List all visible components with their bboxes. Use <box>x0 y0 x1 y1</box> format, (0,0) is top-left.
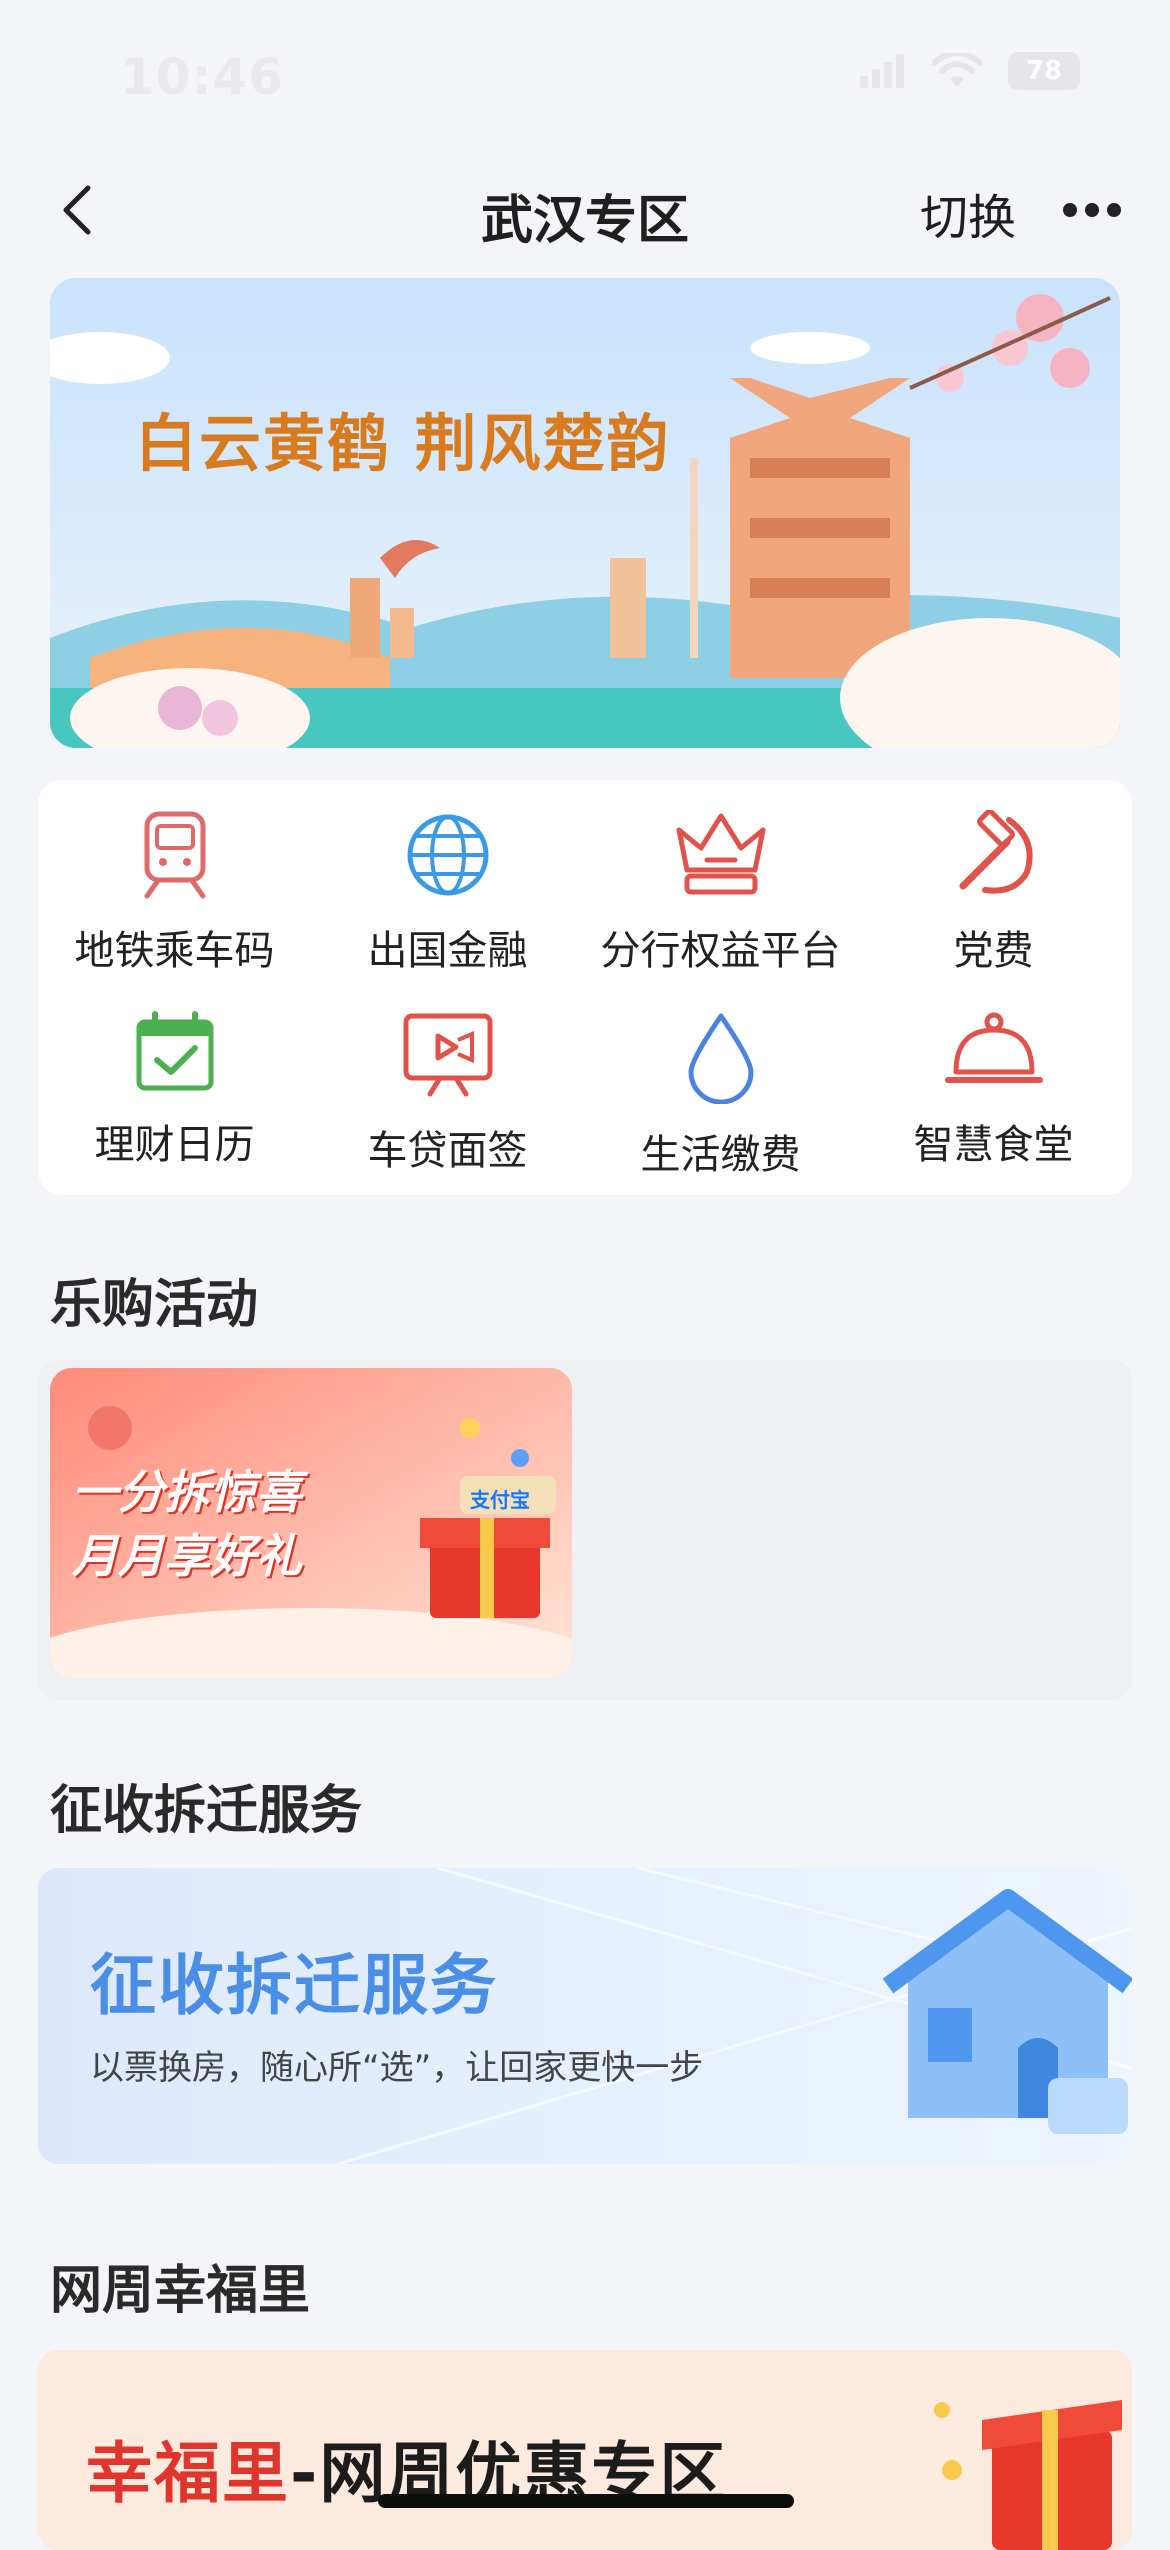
service-overseas-finance[interactable]: 出国金融 <box>311 780 584 980</box>
banner-illustration <box>50 278 1120 748</box>
service-metro-code[interactable]: 地铁乘车码 <box>38 780 311 980</box>
status-bar: 10:46 78 <box>0 0 1170 150</box>
service-label: 生活缴费 <box>640 1132 801 1178</box>
wifi-icon <box>932 53 982 87</box>
hero-banner[interactable]: 白云黄鹤 荆风楚韵 <box>50 278 1120 748</box>
hammer-sickle-icon <box>959 810 1033 894</box>
activity-headline-2: 月月享好礼 <box>72 1529 302 1583</box>
service-label: 分行权益平台 <box>600 928 841 974</box>
calendar-check-icon <box>136 1011 213 1091</box>
section-title-relocation: 征收拆迁服务 <box>50 1781 363 1841</box>
service-branch-rights[interactable]: 分行权益平台 <box>584 780 857 980</box>
service-car-loan-signing[interactable]: 车贷面签 <box>311 980 584 1180</box>
dish-cloche-icon <box>944 1012 1043 1083</box>
alipay-badge: 支付宝 <box>470 1488 530 1512</box>
switch-button[interactable]: 切换 <box>920 178 1016 248</box>
relocation-card-subtitle: 以票换房，随心所“选”，让回家更快一步 <box>90 2048 704 2088</box>
home-indicator[interactable] <box>378 2494 794 2508</box>
service-party-fee[interactable]: 党费 <box>857 780 1130 980</box>
relocation-card[interactable]: 征收拆迁服务 以票换房，随心所“选”，让回家更快一步 <box>38 1868 1132 2164</box>
metro-train-icon <box>144 811 205 899</box>
service-label: 车贷面签 <box>367 1128 528 1174</box>
happiness-title-red: 幸福里 <box>86 2435 290 2512</box>
crown-icon <box>676 813 765 895</box>
globe-icon <box>407 814 488 896</box>
service-smart-canteen[interactable]: 智慧食堂 <box>857 980 1130 1180</box>
service-utility-payment[interactable]: 生活缴费 <box>584 980 857 1180</box>
status-time: 10:46 <box>120 48 285 106</box>
signal-icon <box>860 54 904 88</box>
happiness-card[interactable]: 幸福里-网周优惠专区 <box>38 2350 1132 2550</box>
section-title-shopping: 乐购活动 <box>50 1275 259 1335</box>
status-icons: 78 <box>860 52 1080 90</box>
service-wealth-calendar[interactable]: 理财日历 <box>38 980 311 1180</box>
more-icon[interactable] <box>1062 202 1122 218</box>
service-label: 智慧食堂 <box>913 1122 1074 1168</box>
relocation-card-title: 征收拆迁服务 <box>90 1947 498 2024</box>
service-label: 出国金融 <box>367 928 528 974</box>
section-title-happiness: 网周幸福里 <box>50 2261 311 2321</box>
service-label: 理财日历 <box>94 1122 255 1168</box>
video-call-icon <box>403 1013 492 1097</box>
service-label: 党费 <box>953 928 1034 974</box>
activity-headline-1: 一分拆惊喜 <box>72 1465 302 1519</box>
activity-card[interactable]: 一分拆惊喜 月月享好礼 支付宝 <box>50 1368 572 1678</box>
water-drop-icon <box>688 1013 753 1104</box>
service-label: 地铁乘车码 <box>74 928 275 974</box>
activity-list: 一分拆惊喜 月月享好礼 支付宝 <box>38 1360 1132 1700</box>
banner-title: 白云黄鹤 荆风楚韵 <box>135 407 671 480</box>
gift-box-icon <box>934 2400 1122 2550</box>
battery-icon: 78 <box>1008 52 1080 90</box>
nav-bar: 武汉专区 切换 <box>0 150 1170 270</box>
service-grid: 地铁乘车码 出国金融 分行权益平台 党费 理财日历 车贷面签 生活缴费 智慧食堂 <box>38 780 1132 1195</box>
happiness-title-dash: - <box>290 2435 320 2512</box>
